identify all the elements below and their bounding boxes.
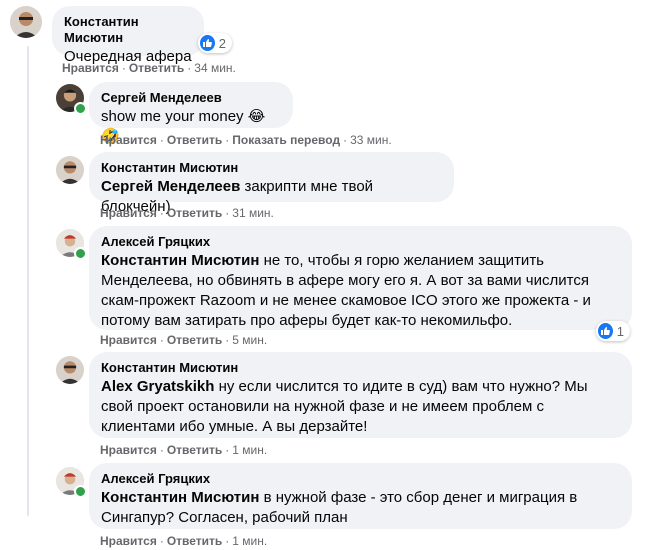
online-indicator <box>74 485 87 498</box>
reaction-count: 1 <box>616 323 624 339</box>
comment-author[interactable]: Константин Мисютин <box>101 360 620 376</box>
avatar[interactable] <box>56 356 84 384</box>
mention-link[interactable]: Alex Gryatskikh <box>101 378 214 395</box>
timestamp[interactable]: 1 мин. <box>232 443 267 457</box>
translate-button[interactable]: Показать перевод <box>232 133 340 147</box>
mention-link[interactable]: Константин Мисютин <box>101 489 259 506</box>
timestamp[interactable]: 31 мин. <box>232 206 274 220</box>
comment-text: Alex Gryatskikh ну если числится то идит… <box>101 378 588 435</box>
comment-actions: Нравится · Ответить · 1 мин. <box>100 534 268 548</box>
reply-button[interactable]: Ответить <box>129 61 184 75</box>
comment-bubble: Константин Мисютин Очередная афера <box>52 6 204 65</box>
reply-button[interactable]: Ответить <box>167 133 222 147</box>
comment-author[interactable]: Сергей Менделеев <box>101 90 281 106</box>
comment-author[interactable]: Константин Мисютин <box>101 160 442 176</box>
mention-link[interactable]: Сергей Менделеев <box>101 178 240 195</box>
reply-button[interactable]: Ответить <box>167 534 222 548</box>
comment-author[interactable]: Алексей Гряцких <box>101 471 620 487</box>
reply-button[interactable]: Ответить <box>167 333 222 347</box>
comment-bubble: Сергей Менделеев show me your money 😂🤣 <box>89 82 293 145</box>
like-button[interactable]: Нравится <box>100 206 157 220</box>
comment-author[interactable]: Константин Мисютин <box>64 14 192 46</box>
comment-bubble: Константин Мисютин Alex Gryatskikh ну ес… <box>89 352 632 438</box>
like-icon <box>200 35 215 51</box>
like-button[interactable]: Нравится <box>100 333 157 347</box>
like-button[interactable]: Нравится <box>100 443 157 457</box>
reaction-badge[interactable]: 2 <box>198 33 232 53</box>
comment-text: Константин Мисютин не то, чтобы я горю ж… <box>101 252 591 329</box>
like-button[interactable]: Нравится <box>100 534 157 548</box>
avatar[interactable] <box>56 156 84 184</box>
like-button[interactable]: Нравится <box>100 133 157 147</box>
timestamp[interactable]: 1 мин. <box>232 534 267 548</box>
comment-bubble: Алексей Гряцких Константин Мисютин не то… <box>89 226 632 330</box>
mention-link[interactable]: Константин Мисютин <box>101 252 259 269</box>
comment-bubble: Константин Мисютин Сергей Менделеев закр… <box>89 152 454 215</box>
reply-button[interactable]: Ответить <box>167 443 222 457</box>
thread-line <box>27 46 29 516</box>
reaction-count: 2 <box>218 35 226 51</box>
like-icon <box>598 323 613 339</box>
comment-actions: Нравится · Ответить · Показать перевод · 33 ми… <box>100 133 392 147</box>
timestamp[interactable]: 5 мин. <box>232 333 267 347</box>
timestamp[interactable]: 34 мин. <box>194 61 236 75</box>
online-indicator <box>74 247 87 260</box>
comment-bubble: Алексей Гряцких Константин Мисютин в нуж… <box>89 463 632 529</box>
reply-button[interactable]: Ответить <box>167 206 222 220</box>
comment-actions: Нравится · Ответить · 1 мин. <box>100 443 268 457</box>
comment-author[interactable]: Алексей Гряцких <box>101 234 620 250</box>
comment-actions: Нравится · Ответить · 31 мин. <box>100 206 274 220</box>
timestamp[interactable]: 33 мин. <box>350 133 392 147</box>
reaction-badge[interactable]: 1 <box>596 321 630 341</box>
online-indicator <box>74 102 87 115</box>
comment-text-body: show me your money <box>101 108 244 125</box>
comment-text: Константин Мисютин в нужной фазе - это с… <box>101 489 577 526</box>
comment-actions: Нравится · Ответить · 5 мин. <box>100 333 268 347</box>
like-button[interactable]: Нравится <box>62 61 119 75</box>
comment-actions: Нравится · Ответить · 34 мин. <box>62 61 236 75</box>
avatar[interactable] <box>10 6 42 38</box>
